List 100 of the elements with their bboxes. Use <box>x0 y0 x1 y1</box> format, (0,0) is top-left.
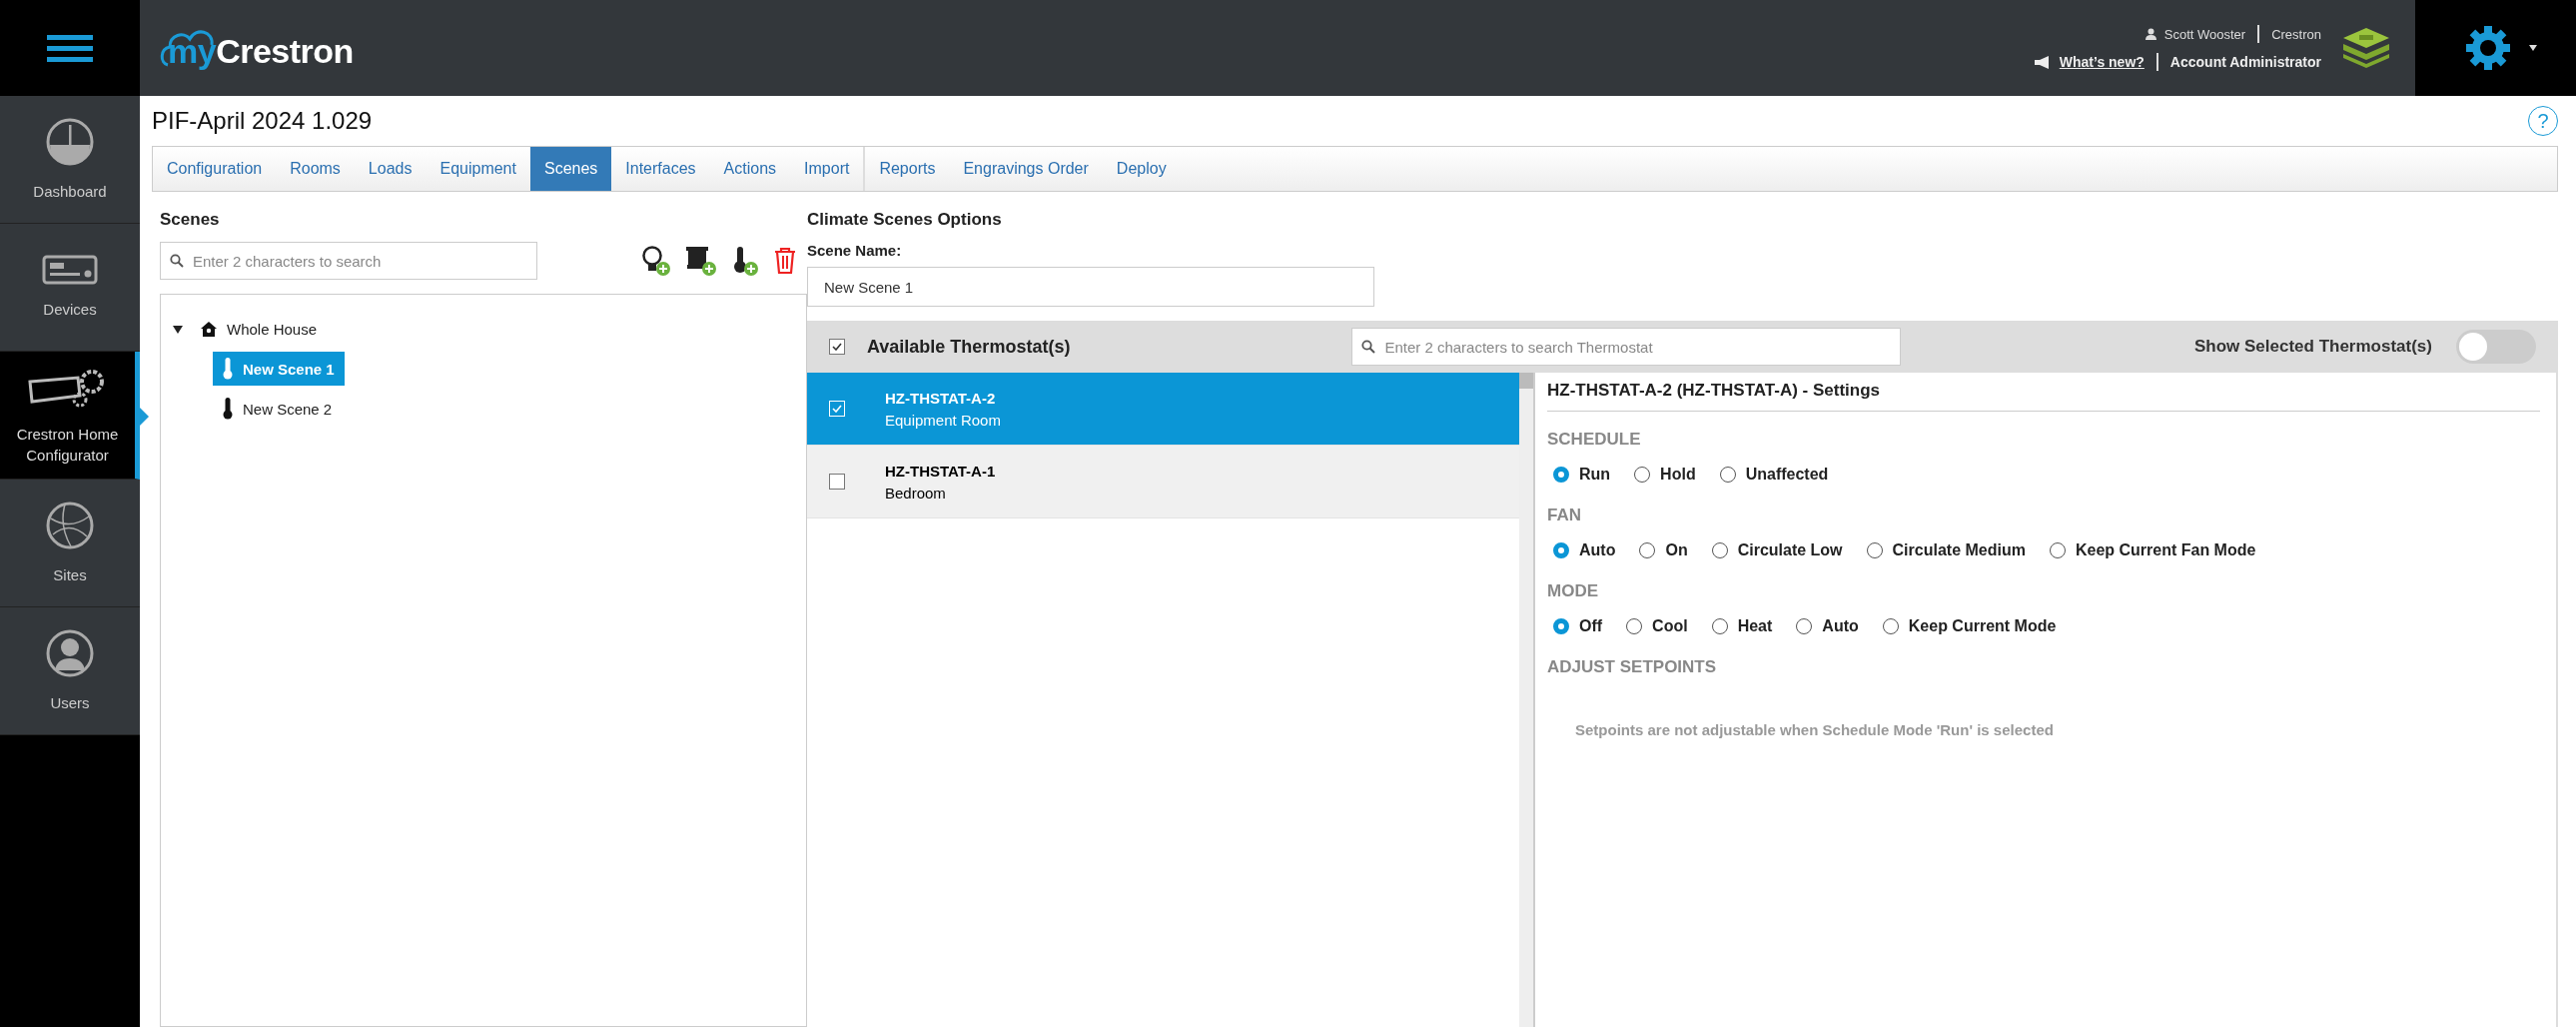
panel-title: Scenes <box>160 210 221 230</box>
add-light-icon[interactable] <box>641 245 671 277</box>
tab[interactable]: Deploy <box>1102 147 1181 191</box>
user-icon <box>45 628 95 678</box>
radio-label: Hold <box>1660 466 1696 484</box>
delete-icon[interactable] <box>773 247 797 275</box>
tree-item[interactable]: New Scene 2 <box>213 392 343 426</box>
layers-icon[interactable] <box>2341 26 2391 70</box>
user-name: Scott Wooster <box>2163 26 2246 42</box>
gauge-icon <box>45 117 95 167</box>
radio-label: Heat <box>1737 617 1773 635</box>
radio-button[interactable] <box>1711 542 1728 558</box>
project-title: PIF-April 2024 1.029 <box>152 107 373 135</box>
search-icon <box>1361 340 1376 354</box>
thermostat-row[interactable]: HZ-THSTAT-A-1 Bedroom <box>807 446 1519 518</box>
house-icon <box>201 322 217 337</box>
radio-button[interactable] <box>1719 467 1736 483</box>
tab[interactable]: Equipment <box>426 147 530 191</box>
tab[interactable]: Rooms <box>276 147 355 191</box>
radio-button[interactable] <box>1711 618 1728 634</box>
radio-label: Circulate Medium <box>1892 541 2026 559</box>
radio-label: Unaffected <box>1745 466 1829 484</box>
tab[interactable]: Configuration <box>153 147 277 191</box>
section-label: SCHEDULE <box>1547 430 1642 450</box>
tab[interactable]: Reports <box>865 147 950 191</box>
settings-icon <box>2464 25 2511 71</box>
caret-icon <box>2528 45 2537 51</box>
menu-icon <box>47 33 93 63</box>
radio-button[interactable] <box>1553 467 1569 483</box>
section-label: ADJUST SETPOINTS <box>1547 657 1718 677</box>
radio-button[interactable] <box>1639 542 1656 558</box>
radio-button[interactable] <box>1626 618 1643 634</box>
thermostat-name: HZ-THSTAT-A-2 <box>885 389 997 407</box>
section-label: FAN <box>1547 506 1582 525</box>
settings-button[interactable] <box>2415 0 2576 96</box>
checkbox[interactable] <box>829 339 845 355</box>
info-message: Setpoints are not adjustable when Schedule Mode 'Run' is selected <box>1574 720 2055 738</box>
whats-new-link[interactable]: What’s new? <box>2059 54 2145 70</box>
checkmark-icon <box>832 405 842 413</box>
radio-label: Auto <box>1822 617 1859 635</box>
thermometer-icon <box>223 358 233 380</box>
scene-name-field[interactable]: New Scene 1 <box>807 267 1374 307</box>
checkmark-icon <box>832 343 842 351</box>
radio-label: On <box>1665 541 1688 559</box>
radio-label: Keep Current Fan Mode <box>2075 541 2256 559</box>
field-label: Scene Name: <box>807 242 903 259</box>
search-icon <box>170 254 184 268</box>
pointer-icon <box>140 408 149 426</box>
tab[interactable]: Import <box>790 147 864 191</box>
radio-button[interactable] <box>1553 542 1569 558</box>
globe-icon <box>45 501 95 550</box>
search-field[interactable]: Enter 2 characters to search <box>160 242 537 280</box>
radio-button[interactable] <box>2049 542 2066 558</box>
radio-label: Circulate Low <box>1737 541 1843 559</box>
radio-button[interactable] <box>1796 618 1813 634</box>
expand-caret-icon[interactable] <box>173 324 183 335</box>
tree-item[interactable]: Whole House <box>191 315 328 344</box>
section-label: MODE <box>1547 581 1599 601</box>
toggle-label: Show Selected Thermostat(s) <box>2193 337 2432 357</box>
toggle-switch[interactable] <box>2456 330 2536 364</box>
sidebar-item[interactable]: Sites <box>0 480 140 607</box>
radio-label: Keep Current Mode <box>1908 617 2057 635</box>
radio-button[interactable] <box>1553 618 1569 634</box>
megaphone-icon <box>2033 55 2052 69</box>
radio-button[interactable] <box>1882 618 1899 634</box>
tab[interactable]: Loads <box>354 147 427 191</box>
tab[interactable]: Engravings Order <box>949 147 1103 191</box>
thermometer-icon <box>223 398 233 420</box>
company-name: Crestron <box>2271 26 2321 42</box>
settings-title: HZ-THSTAT-A-2 (HZ-THSTAT-A) - Settings <box>1547 381 2540 412</box>
tab[interactable]: Actions <box>709 147 791 191</box>
radio-label: Cool <box>1652 617 1688 635</box>
add-shade-icon[interactable] <box>685 245 717 277</box>
room-name: Bedroom <box>885 484 947 502</box>
account-role: Account Administrator <box>2169 54 2321 70</box>
person-icon <box>2145 28 2156 40</box>
radio-label: Off <box>1579 617 1603 635</box>
room-name: Equipment Room <box>885 411 1001 429</box>
tab[interactable]: Scenes <box>529 147 612 191</box>
checkbox[interactable] <box>829 474 845 490</box>
search-field[interactable]: Enter 2 characters to search Thermostat <box>1351 328 1902 366</box>
radio-button[interactable] <box>1634 467 1651 483</box>
panel-title: Climate Scenes Options <box>807 210 1003 230</box>
logo[interactable]: myCrestron <box>160 25 354 71</box>
tab[interactable]: Interfaces <box>611 147 710 191</box>
help-button[interactable]: ? <box>2528 106 2558 136</box>
tree-item[interactable]: New Scene 1 <box>213 352 345 386</box>
add-thermometer-icon[interactable] <box>731 245 759 277</box>
radio-label: Auto <box>1579 541 1616 559</box>
sidebar-item[interactable]: Dashboard <box>0 96 140 224</box>
device-icon <box>42 255 98 285</box>
thermostat-row[interactable]: HZ-THSTAT-A-2 Equipment Room <box>807 373 1519 446</box>
thermostat-name: HZ-THSTAT-A-1 <box>885 462 996 480</box>
sidebar-item[interactable]: Users <box>0 607 140 735</box>
scrollbar[interactable] <box>1519 373 1533 1027</box>
menu-button[interactable] <box>0 0 140 96</box>
radio-label: Run <box>1579 466 1611 484</box>
sidebar-item[interactable]: Devices <box>0 224 140 352</box>
list-title: Available Thermostat(s) <box>867 336 1071 358</box>
radio-button[interactable] <box>1866 542 1883 558</box>
